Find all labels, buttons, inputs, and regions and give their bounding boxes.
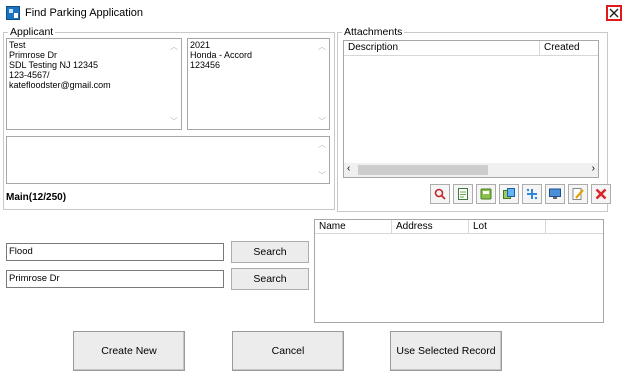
add-icon bbox=[526, 188, 538, 200]
scroll-up-icon[interactable]: ︿ bbox=[318, 41, 326, 52]
title-bar: Find Parking Application bbox=[0, 0, 634, 26]
window-title: Find Parking Application bbox=[25, 7, 144, 19]
scan-icon bbox=[480, 188, 492, 200]
edit-attachment-button[interactable] bbox=[568, 184, 588, 204]
vehicle-info-text: 2021 Honda - Accord 123456 bbox=[190, 40, 252, 70]
applicant-phone: 123-4567/ bbox=[9, 70, 50, 80]
col-extra[interactable] bbox=[546, 220, 603, 233]
results-header: Name Address Lot bbox=[315, 220, 603, 234]
vehicle-info-scrollbar[interactable]: ︿ ﹀ bbox=[315, 39, 329, 129]
vehicle-plate: 123456 bbox=[190, 60, 221, 70]
vehicle-model: Honda - Accord bbox=[190, 50, 253, 60]
edit-icon bbox=[572, 188, 584, 200]
copy-icon bbox=[503, 188, 515, 199]
delete-icon bbox=[595, 188, 607, 200]
applicant-info-text: Test Primrose Dr SDL Testing NJ 12345 12… bbox=[9, 40, 111, 90]
scroll-up-icon[interactable]: ︿ bbox=[318, 139, 326, 150]
attachments-hscrollbar[interactable]: ‹ › bbox=[344, 163, 598, 177]
notes-box[interactable]: ︿ ﹀ bbox=[6, 136, 330, 184]
add-attachment-button[interactable] bbox=[522, 184, 542, 204]
app-icon bbox=[6, 6, 20, 20]
vehicle-info-box[interactable]: 2021 Honda - Accord 123456 ︿ ﹀ bbox=[187, 38, 330, 130]
scroll-right-icon[interactable]: › bbox=[592, 163, 595, 174]
applicant-name: Test bbox=[9, 40, 26, 50]
use-selected-record-button[interactable]: Use Selected Record bbox=[390, 331, 502, 371]
close-button[interactable] bbox=[606, 5, 622, 21]
monitor-icon bbox=[549, 188, 561, 199]
applicant-legend: Applicant bbox=[10, 26, 54, 38]
attachments-header: Description Created bbox=[344, 41, 598, 56]
main-count-label: Main(12/250) bbox=[6, 192, 67, 203]
applicant-city: SDL Testing NJ 12345 bbox=[9, 60, 99, 70]
applicant-street: Primrose Dr bbox=[9, 50, 58, 60]
scroll-down-icon[interactable]: ﹀ bbox=[318, 170, 326, 181]
col-created[interactable]: Created bbox=[540, 41, 598, 55]
street-input[interactable]: Primrose Dr bbox=[6, 270, 224, 288]
results-list[interactable]: Name Address Lot bbox=[314, 219, 604, 323]
vehicle-year: 2021 bbox=[190, 40, 211, 50]
find-parking-window: Find Parking Application Applicant Test … bbox=[0, 0, 634, 383]
col-address[interactable]: Address bbox=[392, 220, 469, 233]
scroll-down-icon[interactable]: ﹀ bbox=[318, 116, 326, 127]
close-icon bbox=[609, 8, 619, 18]
attachments-legend: Attachments bbox=[344, 26, 403, 38]
applicant-info-scrollbar[interactable]: ︿ ﹀ bbox=[167, 39, 181, 129]
magnify-icon bbox=[434, 188, 446, 200]
cancel-button[interactable]: Cancel bbox=[232, 331, 344, 371]
scan-button[interactable] bbox=[476, 184, 496, 204]
col-lot[interactable]: Lot bbox=[469, 220, 546, 233]
col-name[interactable]: Name bbox=[315, 220, 392, 233]
hscroll-thumb[interactable] bbox=[358, 165, 488, 175]
view-attachment-button[interactable] bbox=[430, 184, 450, 204]
open-document-button[interactable] bbox=[453, 184, 473, 204]
delete-attachment-button[interactable] bbox=[591, 184, 611, 204]
create-new-button[interactable]: Create New bbox=[73, 331, 185, 371]
copy-button[interactable] bbox=[499, 184, 519, 204]
last-name-input[interactable]: Flood bbox=[6, 243, 224, 261]
scroll-down-icon[interactable]: ﹀ bbox=[170, 116, 178, 127]
search-name-button[interactable]: Search bbox=[231, 241, 309, 263]
applicant-info-box[interactable]: Test Primrose Dr SDL Testing NJ 12345 12… bbox=[6, 38, 182, 130]
scroll-left-icon[interactable]: ‹ bbox=[347, 163, 350, 174]
attachments-list[interactable]: Description Created ‹ › bbox=[343, 40, 599, 178]
scroll-up-icon[interactable]: ︿ bbox=[170, 41, 178, 52]
col-description[interactable]: Description bbox=[344, 41, 540, 55]
notes-scrollbar[interactable]: ︿ ﹀ bbox=[315, 137, 329, 183]
display-button[interactable] bbox=[545, 184, 565, 204]
page-icon bbox=[458, 188, 468, 200]
applicant-email: katefloodster@gmail.com bbox=[9, 80, 111, 90]
search-street-button[interactable]: Search bbox=[231, 268, 309, 290]
